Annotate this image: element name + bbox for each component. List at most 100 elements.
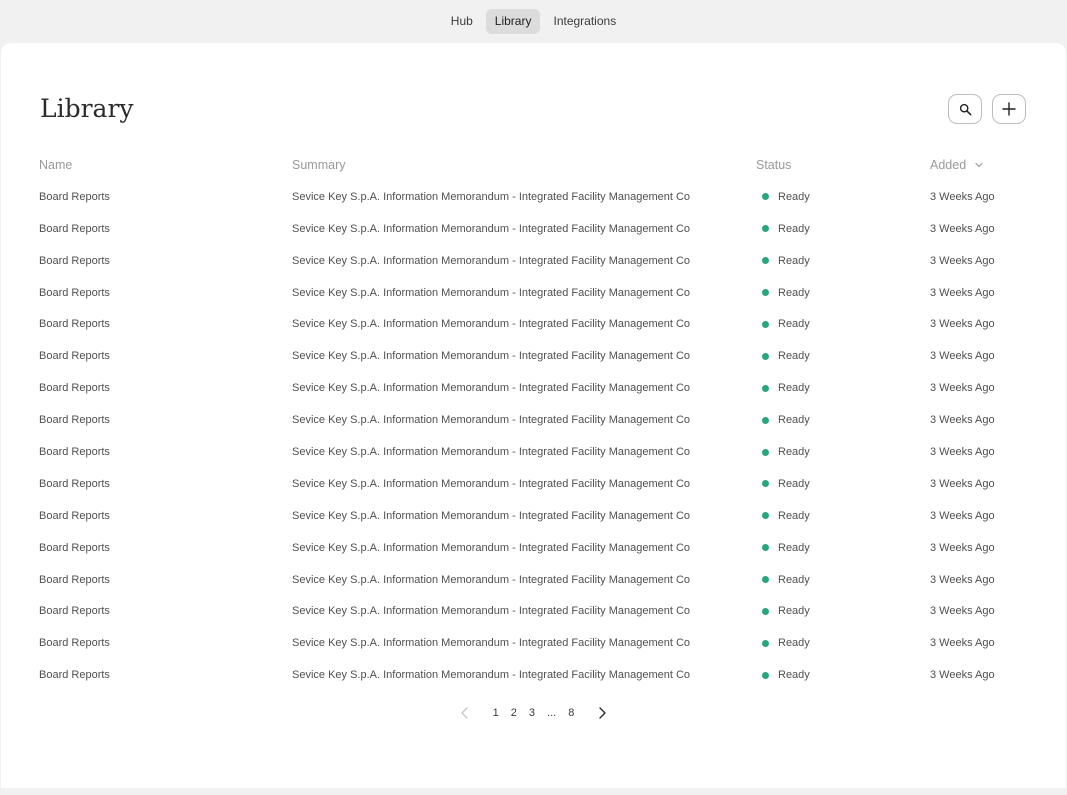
row-name: Board Reports <box>39 573 110 586</box>
row-added: 3 Weeks Ago <box>930 509 995 522</box>
row-summary: Sevice Key S.p.A. Information Memorandum… <box>292 446 691 459</box>
row-name: Board Reports <box>39 254 110 267</box>
status-label: Ready <box>778 382 810 395</box>
row-name: Board Reports <box>39 669 110 682</box>
status-label: Ready <box>778 509 810 522</box>
row-added: 3 Weeks Ago <box>930 318 995 331</box>
status-badge: Ready <box>756 604 810 618</box>
status-label: Ready <box>778 573 810 586</box>
previous-page-button[interactable] <box>459 706 471 720</box>
row-added: 3 Weeks Ago <box>930 222 995 235</box>
row-name: Board Reports <box>39 382 110 395</box>
page-8-button[interactable]: 8 <box>562 707 580 719</box>
row-name: Board Reports <box>39 350 110 363</box>
table-row[interactable]: Board Reports Sevice Key S.p.A. Informati… <box>39 222 1019 254</box>
row-summary: Sevice Key S.p.A. Information Memorandum… <box>292 637 691 650</box>
status-badge: Ready <box>756 573 810 587</box>
row-name: Board Reports <box>39 541 110 554</box>
row-name: Board Reports <box>39 637 110 650</box>
row-summary: Sevice Key S.p.A. Information Memorandum… <box>292 477 691 490</box>
search-icon <box>959 103 971 115</box>
add-button[interactable] <box>992 94 1026 124</box>
row-summary: Sevice Key S.p.A. Information Memorandum… <box>292 254 691 267</box>
row-summary: Sevice Key S.p.A. Information Memorandum… <box>292 222 691 235</box>
status-dot-icon <box>762 512 769 520</box>
table-row[interactable]: Board Reports Sevice Key S.p.A. Informati… <box>39 668 1019 700</box>
table-row[interactable]: Board Reports Sevice Key S.p.A. Informati… <box>39 286 1019 318</box>
status-badge: Ready <box>756 254 810 268</box>
row-added: 3 Weeks Ago <box>930 605 995 618</box>
tab-library[interactable]: Library <box>485 8 541 34</box>
page-3-button[interactable]: 3 <box>523 707 541 719</box>
column-header-summary[interactable]: Summary <box>292 158 345 172</box>
table-row[interactable]: Board Reports Sevice Key S.p.A. Informati… <box>39 413 1019 445</box>
table-row[interactable]: Board Reports Sevice Key S.p.A. Informati… <box>39 190 1019 222</box>
row-summary: Sevice Key S.p.A. Information Memorandum… <box>292 286 691 299</box>
row-added: 3 Weeks Ago <box>930 414 995 427</box>
table-row[interactable]: Board Reports Sevice Key S.p.A. Informati… <box>39 509 1019 541</box>
row-added: 3 Weeks Ago <box>930 254 995 267</box>
status-label: Ready <box>778 605 810 618</box>
row-name: Board Reports <box>39 222 110 235</box>
column-header-status[interactable]: Status <box>756 158 791 172</box>
status-badge: Ready <box>756 190 810 204</box>
status-badge: Ready <box>756 413 810 427</box>
status-badge: Ready <box>756 509 810 523</box>
row-name: Board Reports <box>39 605 110 618</box>
table-row[interactable]: Board Reports Sevice Key S.p.A. Informati… <box>39 541 1019 573</box>
row-name: Board Reports <box>39 509 110 522</box>
row-added: 3 Weeks Ago <box>930 446 995 459</box>
status-label: Ready <box>778 350 810 363</box>
table-row[interactable]: Board Reports Sevice Key S.p.A. Informati… <box>39 636 1019 668</box>
status-dot-icon <box>762 257 769 265</box>
library-table: Name Summary Status Added Board Reports S… <box>39 158 1019 700</box>
status-dot-icon <box>762 193 769 201</box>
table-row[interactable]: Board Reports Sevice Key S.p.A. Informati… <box>39 604 1019 636</box>
table-row[interactable]: Board Reports Sevice Key S.p.A. Informati… <box>39 349 1019 381</box>
status-label: Ready <box>778 414 810 427</box>
status-dot-icon <box>762 225 769 233</box>
row-summary: Sevice Key S.p.A. Information Memorandum… <box>292 605 691 618</box>
search-button[interactable] <box>948 94 982 124</box>
row-summary: Sevice Key S.p.A. Information Memorandum… <box>292 350 691 363</box>
status-dot-icon <box>762 384 769 392</box>
table-row[interactable]: Board Reports Sevice Key S.p.A. Informati… <box>39 573 1019 605</box>
next-page-button[interactable] <box>596 706 608 720</box>
page-2-button[interactable]: 2 <box>505 707 523 719</box>
column-header-added-label: Added <box>930 158 967 172</box>
table-row[interactable]: Board Reports Sevice Key S.p.A. Informati… <box>39 477 1019 509</box>
table-row[interactable]: Board Reports Sevice Key S.p.A. Informati… <box>39 254 1019 286</box>
row-added: 3 Weeks Ago <box>930 637 995 650</box>
table-row[interactable]: Board Reports Sevice Key S.p.A. Informati… <box>39 317 1019 349</box>
status-badge: Ready <box>756 636 810 650</box>
status-label: Ready <box>778 637 810 650</box>
status-badge: Ready <box>756 477 810 491</box>
row-summary: Sevice Key S.p.A. Information Memorandum… <box>292 509 691 522</box>
status-dot-icon <box>762 480 769 488</box>
status-badge: Ready <box>756 541 810 555</box>
page-title: Library <box>40 94 134 123</box>
page-1-button[interactable]: 1 <box>487 707 505 719</box>
row-added: 3 Weeks Ago <box>930 573 995 586</box>
column-header-added[interactable]: Added <box>930 158 984 172</box>
row-added: 3 Weeks Ago <box>930 669 995 682</box>
table-row[interactable]: Board Reports Sevice Key S.p.A. Informati… <box>39 445 1019 477</box>
status-dot-icon <box>762 352 769 360</box>
status-label: Ready <box>778 669 810 682</box>
tab-hub[interactable]: Hub <box>442 9 482 34</box>
column-header-name[interactable]: Name <box>39 158 72 172</box>
status-dot-icon <box>762 576 769 584</box>
row-summary: Sevice Key S.p.A. Information Memorandum… <box>292 669 691 682</box>
status-dot-icon <box>762 607 769 615</box>
chevron-right-icon <box>599 707 607 719</box>
status-badge: Ready <box>756 445 810 459</box>
status-label: Ready <box>778 541 810 554</box>
status-badge: Ready <box>756 381 810 395</box>
pagination: 1 2 3 ... 8 <box>1 703 1066 723</box>
tab-integrations[interactable]: Integrations <box>544 9 625 34</box>
status-dot-icon <box>762 448 769 456</box>
row-name: Board Reports <box>39 477 110 490</box>
row-added: 3 Weeks Ago <box>930 286 995 299</box>
row-name: Board Reports <box>39 446 110 459</box>
table-row[interactable]: Board Reports Sevice Key S.p.A. Informati… <box>39 381 1019 413</box>
